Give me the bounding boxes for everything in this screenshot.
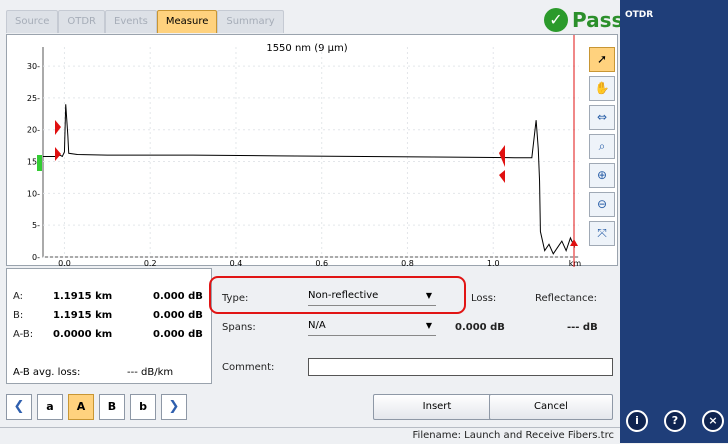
- graph-title: 1550 nm (9 µm): [266, 43, 347, 54]
- marker-a-handle[interactable]: [55, 120, 61, 135]
- marker-a-lower-button[interactable]: a: [37, 394, 63, 420]
- tab-measure[interactable]: Measure: [156, 10, 218, 33]
- otdr-trace-graph[interactable]: 1550 nm (9 µm) 0- 5- 10- 15- 20- 25- 30- 0.0 0.2…: [6, 34, 619, 267]
- marker-lower-b[interactable]: [499, 170, 505, 183]
- graph-toolbar: ➚ ✋ ⇔ ⌕ ⊕ ⊖ ⤧: [589, 47, 617, 250]
- app-window: Source OTDR Events Measure Summary ✓ Pas…: [0, 0, 623, 444]
- pointer-icon[interactable]: ➚: [589, 47, 615, 72]
- axis-labels: 0-5-10-15-20-25-30-0.0 0.2 0.4 0.6 0.8 1.0 km: [27, 62, 581, 267]
- status-bar: Filename: Launch and Receive Fibers.trc: [0, 427, 620, 444]
- cancel-button[interactable]: Cancel: [489, 394, 613, 420]
- grid: [42, 47, 579, 258]
- tab-bar: Source OTDR Events Measure Summary: [6, 10, 284, 34]
- avg-loss-value: --- dB/km: [127, 367, 174, 378]
- ab-db: 0.000 dB: [153, 329, 203, 340]
- x-tick-label: 0.4: [230, 259, 243, 267]
- x-tick-label: 0.2: [144, 259, 157, 267]
- tab-otdr[interactable]: OTDR: [58, 10, 105, 33]
- reflectance-label: Reflectance:: [535, 293, 598, 304]
- otdr-title: OTDR: [625, 10, 654, 20]
- hand-icon[interactable]: ✋: [589, 76, 615, 101]
- zoom-fit-icon[interactable]: ⇔: [589, 105, 615, 130]
- zoom-out-icon[interactable]: ⊖: [589, 192, 615, 217]
- zoom-in-icon[interactable]: ⊕: [589, 163, 615, 188]
- prev-marker-button[interactable]: ❮: [6, 394, 32, 420]
- marker-nav: ❮ a A B b ❯: [6, 394, 192, 420]
- label-b: B:: [13, 310, 24, 321]
- b-db: 0.000 dB: [153, 310, 203, 321]
- y-tick-label: 25-: [27, 94, 40, 103]
- right-panel: OTDR i ? ×: [620, 0, 728, 443]
- pass-label: Pass: [572, 8, 624, 32]
- filename-label: Filename: Launch and Receive Fibers.trc: [412, 430, 614, 441]
- reset-zoom-icon[interactable]: ⤧: [589, 221, 615, 246]
- label-a: A:: [13, 291, 24, 302]
- info-icon[interactable]: i: [626, 410, 648, 432]
- marker-b-handle[interactable]: [55, 147, 61, 161]
- spans-select[interactable]: N/A ▼: [308, 318, 436, 336]
- marker-a-upper-button[interactable]: A: [68, 394, 94, 420]
- x-tick-label: 0.0: [58, 259, 71, 267]
- marker-info-panel: A: 1.1915 km 0.000 dB B: 1.1915 km 0.000…: [6, 268, 212, 384]
- insert-button[interactable]: Insert: [373, 394, 501, 420]
- ab-distance: 0.0000 km: [53, 329, 113, 340]
- y-tick-label: 5-: [32, 221, 40, 230]
- y-tick-label: 10-: [27, 189, 40, 198]
- chevron-down-icon: ▼: [425, 321, 432, 330]
- trace-line: [43, 104, 576, 255]
- launch-marker: [37, 155, 42, 171]
- x-tick-label: 0.8: [401, 259, 414, 267]
- pass-status: ✓ Pass: [544, 8, 623, 32]
- reflectance-value: --- dB: [567, 322, 598, 333]
- y-tick-label: 0-: [32, 253, 40, 262]
- spans-select-value: N/A: [308, 320, 326, 331]
- close-icon[interactable]: ×: [702, 410, 724, 432]
- x-tick-label: 0.6: [315, 259, 328, 267]
- tab-source[interactable]: Source: [6, 10, 59, 33]
- help-icon[interactable]: ?: [664, 410, 686, 432]
- tab-events[interactable]: Events: [105, 10, 157, 33]
- y-tick-label: 20-: [27, 126, 40, 135]
- b-distance: 1.1915 km: [53, 310, 113, 321]
- trace-chart[interactable]: 1550 nm (9 µm) 0-5-10-15-20-25-30-0.0 0.2…: [7, 35, 619, 267]
- spans-label: Spans:: [222, 322, 256, 333]
- marker-group: [37, 35, 578, 267]
- avg-loss-label: A-B avg. loss:: [13, 367, 81, 378]
- comment-input[interactable]: [308, 358, 613, 376]
- loss-label: Loss:: [471, 293, 497, 304]
- marker-lower-a[interactable]: [499, 145, 505, 167]
- x-tick-label: 1.0: [487, 259, 500, 267]
- x-unit-label: km: [569, 259, 582, 267]
- loss-value: 0.000 dB: [455, 322, 505, 333]
- next-marker-button[interactable]: ❯: [161, 394, 187, 420]
- marker-b-lower-button[interactable]: b: [130, 394, 156, 420]
- a-distance: 1.1915 km: [53, 291, 113, 302]
- y-tick-label: 30-: [27, 62, 40, 71]
- trace-series: [43, 104, 576, 255]
- tab-summary[interactable]: Summary: [217, 10, 284, 33]
- comment-label: Comment:: [222, 362, 275, 373]
- label-ab: A-B:: [13, 329, 34, 340]
- marker-b-upper-button[interactable]: B: [99, 394, 125, 420]
- a-db: 0.000 dB: [153, 291, 203, 302]
- check-icon: ✓: [544, 8, 568, 32]
- zoom-region-icon[interactable]: ⌕: [589, 134, 615, 159]
- highlight-annotation: [209, 276, 466, 314]
